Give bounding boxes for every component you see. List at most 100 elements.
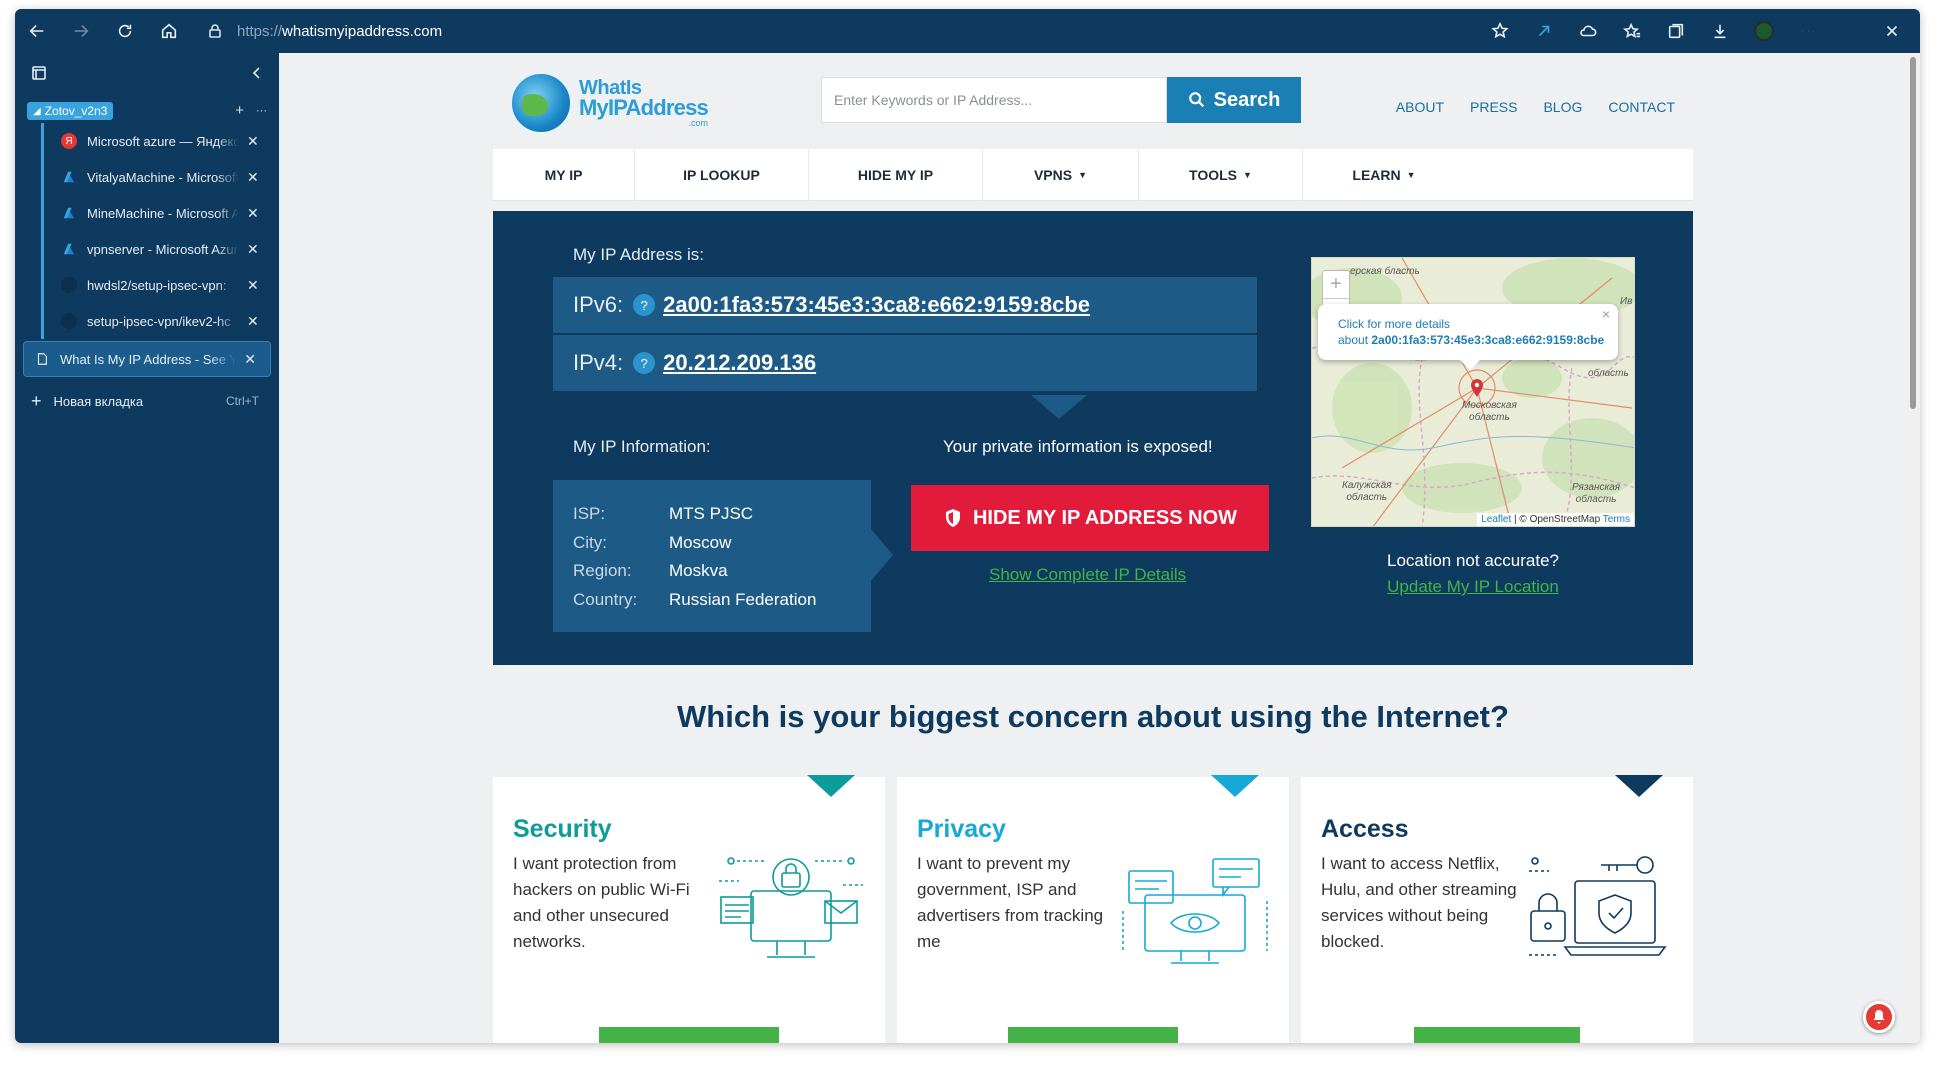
ipv6-row: IPv6: ? 2a00:1fa3:573:45e3:3ca8:e662:915…: [553, 277, 1257, 333]
sidebar-tab[interactable]: Я Microsoft azure — Яндекс ✕: [15, 123, 279, 159]
group-add-tab-button[interactable]: +: [235, 102, 244, 120]
close-window-icon[interactable]: [1870, 9, 1914, 53]
vertical-tabs-sidebar: ◢ Zotov_v2n3 + ··· Я Microsoft azure — Ян…: [15, 53, 279, 1043]
help-icon[interactable]: ?: [633, 352, 656, 374]
more-menu-icon[interactable]: [1786, 9, 1830, 53]
card-cta-button[interactable]: I WANT ACCESS: [1414, 1027, 1580, 1043]
ip-info-row: ISP: MTS PJSC: [573, 504, 754, 524]
close-tab-icon[interactable]: ✕: [247, 241, 259, 258]
card-title: Security: [513, 815, 612, 843]
card-illustration-icon: [1525, 851, 1673, 971]
back-icon[interactable]: [15, 9, 59, 53]
ip-info-box: ISP: MTS PJSC City: Moscow Region: Moskva Coun…: [553, 480, 871, 632]
sidebar-tab[interactable]: hwdsl2/setup-ipsec-vpn: ✕: [15, 267, 279, 303]
vpn-cloud-icon[interactable]: [1566, 9, 1610, 53]
downloads-icon[interactable]: [1698, 9, 1742, 53]
card-cta-button[interactable]: I WANT SECURITY: [599, 1027, 779, 1043]
card-title: Privacy: [917, 815, 1006, 843]
search-button[interactable]: Search: [1167, 77, 1301, 123]
nav-learn[interactable]: LEARN ▼: [1303, 149, 1465, 201]
site-logo[interactable]: WhatIs MyIPAddress .com: [509, 71, 709, 135]
card-cta-button[interactable]: I WANT PRIVACY: [1008, 1027, 1178, 1043]
close-tab-icon[interactable]: ✕: [247, 205, 259, 222]
yandex-icon: Я: [61, 133, 77, 149]
top-link-about[interactable]: ABOUT: [1396, 99, 1444, 115]
card-marker-icon: [807, 775, 855, 797]
globe-logo-icon: [509, 71, 573, 135]
ipv4-value[interactable]: 20.212.209.136: [663, 350, 816, 376]
sidebar-tab[interactable]: VitalyaMachine - Microsoft ✕: [15, 159, 279, 195]
update-location-link[interactable]: Update My IP Location: [1311, 577, 1635, 597]
card-title: Access: [1321, 815, 1409, 843]
tab-actions-icon[interactable]: [31, 65, 47, 84]
map-popup[interactable]: × Click for more details about 2a00:1fa3…: [1318, 304, 1618, 370]
add-favorite-icon[interactable]: [1478, 9, 1522, 53]
azure-icon: [61, 169, 77, 185]
concern-card-security: Security I want protection from hackers o…: [493, 775, 885, 1043]
collapse-sidebar-icon[interactable]: [249, 65, 265, 84]
close-tab-icon[interactable]: ✕: [247, 313, 259, 330]
close-tab-icon[interactable]: ✕: [247, 169, 259, 186]
dropdown-caret-icon: ▼: [1243, 170, 1252, 180]
show-ip-details-link[interactable]: Show Complete IP Details: [989, 565, 1186, 585]
top-link-press[interactable]: PRESS: [1470, 99, 1517, 115]
close-tab-icon[interactable]: ✕: [244, 351, 256, 368]
popup-close-icon[interactable]: ×: [1602, 306, 1610, 322]
sidebar-tab-active[interactable]: What Is My IP Address - See Yo ✕: [23, 341, 271, 377]
favorites-icon[interactable]: [1610, 9, 1654, 53]
sidebar-tab[interactable]: setup-ipsec-vpn/ikev2-hc ✕: [15, 303, 279, 339]
ip-info-row: Country: Russian Federation: [573, 589, 817, 609]
collections-icon[interactable]: [1654, 9, 1698, 53]
search-input[interactable]: [821, 77, 1167, 123]
page-icon: [34, 351, 50, 367]
ip-hero-panel: My IP Address is: IPv6: ? 2a00:1fa3:573:…: [493, 211, 1693, 665]
map-marker-icon[interactable]: [1470, 378, 1484, 398]
location-question: Location not accurate?: [1386, 551, 1559, 570]
forward-icon[interactable]: [59, 9, 103, 53]
dropdown-caret-icon: ▼: [1078, 170, 1088, 180]
sidebar-tab[interactable]: MineMachine - Microsoft A ✕: [15, 195, 279, 231]
card-text: I want protection from hackers on public…: [513, 854, 690, 951]
nav-hide-my-ip[interactable]: HIDE MY IP: [809, 149, 983, 201]
lock-icon: [207, 23, 223, 39]
ip-info-row: City: Moscow: [573, 532, 732, 552]
top-link-contact[interactable]: CONTACT: [1608, 99, 1675, 115]
close-tab-icon[interactable]: ✕: [247, 277, 259, 294]
close-tab-icon[interactable]: ✕: [247, 133, 259, 150]
github-icon: [61, 313, 77, 329]
my-ip-label: My IP Address is:: [573, 245, 705, 264]
nav-my-ip[interactable]: MY IP: [493, 149, 635, 201]
nav-ip-lookup[interactable]: IP LOOKUP: [635, 149, 809, 201]
top-link-blog[interactable]: BLOG: [1543, 99, 1582, 115]
refresh-icon[interactable]: [103, 9, 147, 53]
help-icon[interactable]: ?: [633, 294, 656, 316]
search-icon: [1188, 92, 1204, 108]
sidebar-tab[interactable]: vpnserver - Microsoft Azure ✕: [15, 231, 279, 267]
home-icon[interactable]: [147, 9, 191, 53]
concern-card-access: Access I want to access Netflix, Hulu, an…: [1301, 775, 1693, 1043]
profile-avatar[interactable]: [1742, 9, 1786, 53]
ipv6-value[interactable]: 2a00:1fa3:573:45e3:3ca8:e662:9159:8cbe: [663, 292, 1090, 318]
hide-my-ip-button[interactable]: HIDE MY IP ADDRESS NOW: [911, 485, 1269, 551]
group-icon: ◢: [33, 105, 41, 117]
address-bar[interactable]: https:// whatismyipaddress.com: [207, 9, 1478, 53]
extension-icon[interactable]: [1522, 9, 1566, 53]
group-more-button[interactable]: ···: [256, 102, 267, 120]
azure-icon: [61, 205, 77, 221]
ip-info-row: Region: Moskva: [573, 561, 728, 581]
ipv4-row: IPv4: ? 20.212.209.136: [553, 335, 1257, 391]
callout-notch: [1031, 395, 1087, 419]
shield-icon: [945, 509, 960, 527]
zoom-in-button[interactable]: +: [1323, 271, 1349, 299]
browser-window: https:// whatismyipaddress.com ◢ Zotov_v…: [15, 9, 1920, 1043]
tab-group-label[interactable]: ◢ Zotov_v2n3: [27, 102, 114, 120]
url-host: whatismyipaddress.com: [282, 22, 443, 40]
concern-heading: Which is your biggest concern about usin…: [677, 699, 1509, 734]
exposed-text: Your private information is exposed!: [943, 437, 1213, 456]
nav-tools[interactable]: TOOLS ▼: [1139, 149, 1303, 201]
nav-vpns[interactable]: VPNS ▼: [983, 149, 1139, 201]
new-tab-button[interactable]: + Новая вкладка Ctrl+T: [15, 383, 279, 419]
page-scrollbar[interactable]: [1906, 53, 1920, 1043]
notification-bell-icon[interactable]: [1863, 1001, 1895, 1033]
location-map[interactable]: + − ерская бласть Московская область Кал…: [1311, 257, 1635, 527]
